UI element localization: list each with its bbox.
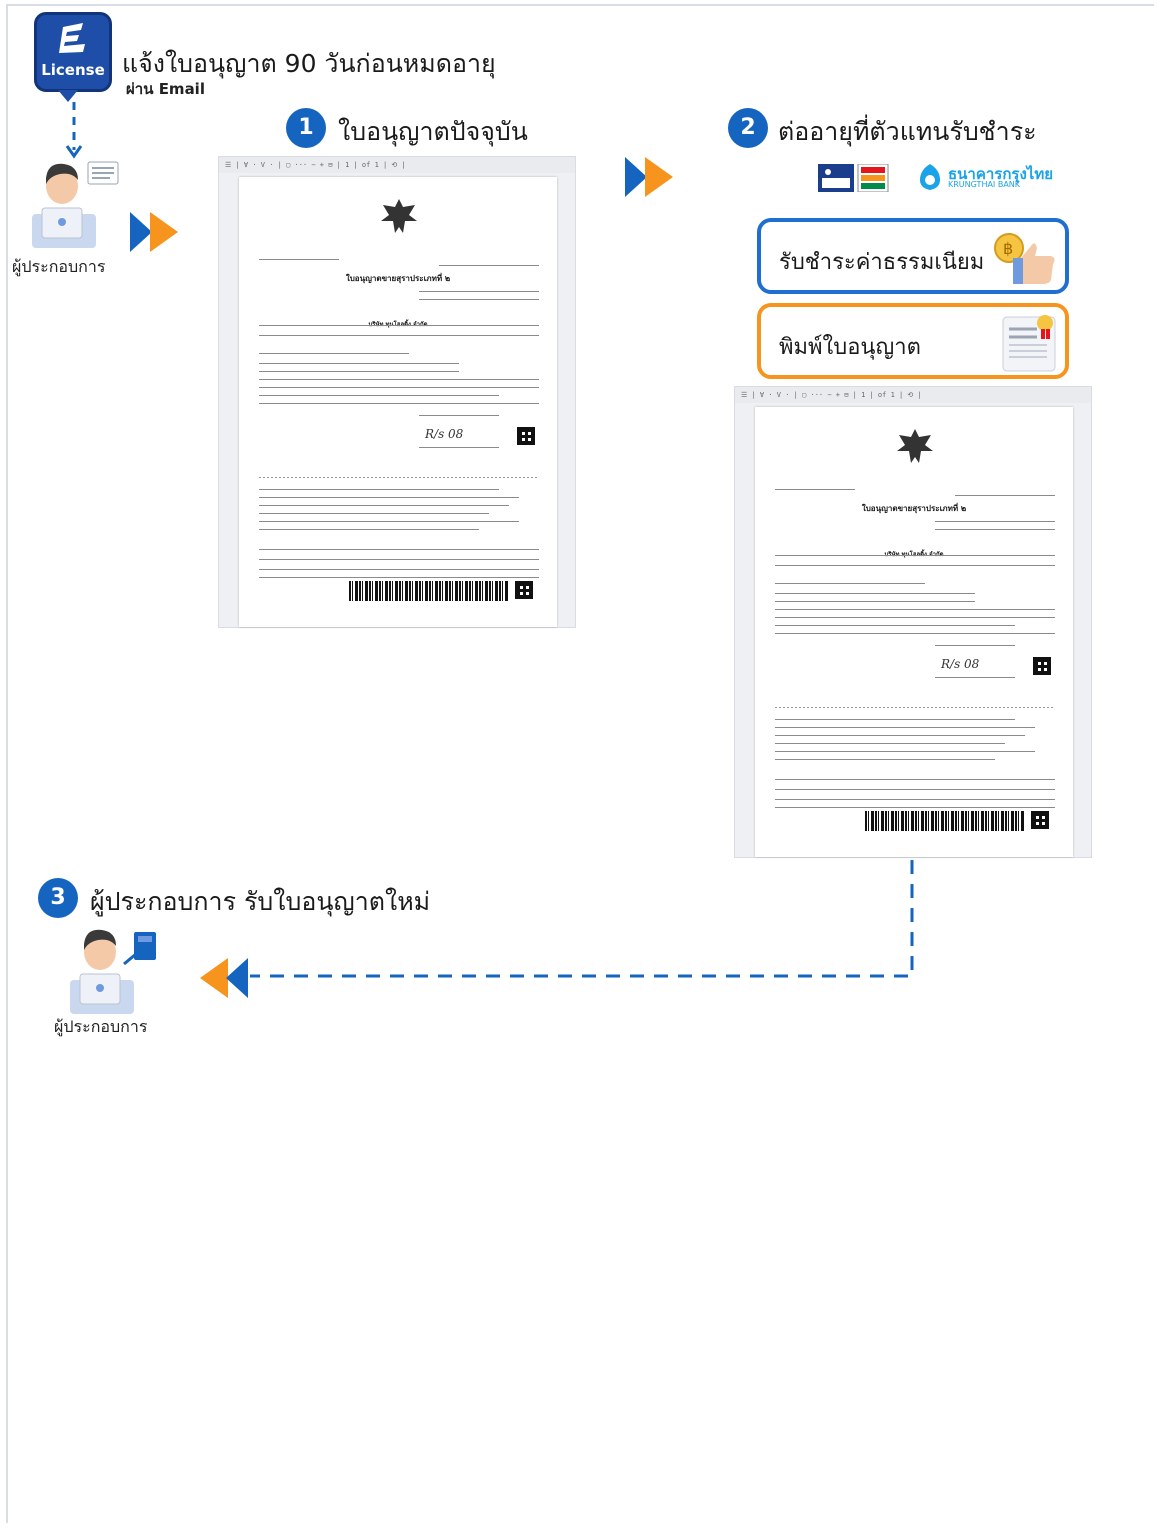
dashed-down-arrow (65, 102, 83, 159)
signature: R/s 08 (425, 427, 464, 441)
double-chevron-left-icon (200, 958, 248, 998)
barcode-2 (865, 811, 1025, 831)
operator-receiving-icon (70, 929, 156, 1014)
signature-2: R/s 08 (941, 657, 980, 671)
coin-thumbs-up-icon: ฿ (994, 233, 1055, 284)
header-subtitle: ผ่าน Email (126, 80, 205, 98)
license-logo-text: License (41, 61, 105, 79)
double-chevron-right-icon-2 (625, 157, 673, 197)
pdf-toolbar-2[interactable]: ☰ | ∀ · V · | ▢ ··· − + ⊟ | 1 | of 1 | ⟲… (735, 387, 1091, 403)
double-chevron-right-icon (130, 212, 178, 252)
license-page: ใบอนุญาตขายสุราประเภทที่ ๒ บริษัท ทุนโฮล… (239, 177, 557, 627)
doc-title: ใบอนุญาตขายสุราประเภทที่ ๒ (345, 274, 451, 283)
document-viewer-new: ☰ | ∀ · V · | ▢ ··· − + ⊟ | 1 | of 1 | ⟲… (734, 386, 1092, 858)
pay-fee-label: รับชำระค่าธรรมเนียม (779, 250, 985, 275)
qr-code-bottom-2 (1031, 811, 1049, 829)
step2-badge: 2 (728, 108, 768, 148)
qr-code (517, 427, 535, 445)
license-page-2: ใบอนุญาตขายสุราประเภทที่ ๒ บริษัท ทุนโฮล… (755, 407, 1073, 857)
qr-code-2 (1033, 657, 1051, 675)
counter-service-7eleven-logo (818, 164, 889, 192)
svg-text:฿: ฿ (1003, 239, 1013, 258)
bank-name-en: KRUNGTHAI BANK (948, 180, 1021, 189)
operator-label-2: ผู้ประกอบการ (54, 1017, 148, 1036)
barcode (349, 581, 509, 601)
print-license-box[interactable]: พิมพ์ใบอนุญาต (757, 303, 1069, 379)
pay-fee-box[interactable]: รับชำระค่าธรรมเนียม ฿ (757, 218, 1069, 294)
step2-title: ต่ออายุที่ตัวแทนรับชำระ (778, 117, 1037, 146)
step1-title: ใบอนุญาตปัจจุบัน (338, 117, 528, 146)
operator-reading-icon (32, 161, 119, 248)
krungthai-bank-icon (920, 164, 940, 190)
certificate-icon (1002, 315, 1056, 372)
doc-company: บริษัท ทุนโฮลดิ้ง จำกัด (239, 319, 557, 329)
print-license-label: พิมพ์ใบอนุญาต (779, 335, 921, 360)
step1-badge: 1 (286, 108, 326, 148)
garuda-emblem-icon-2 (897, 429, 933, 463)
document-viewer-current: ☰ | ∀ · V · | ▢ ··· − + ⊟ | 1 | of 1 | ⟲… (218, 156, 576, 628)
qr-code-bottom (515, 581, 533, 599)
operator-label: ผู้ประกอบการ (12, 257, 106, 276)
doc-title-2: ใบอนุญาตขายสุราประเภทที่ ๒ (861, 504, 967, 513)
garuda-emblem-icon (381, 199, 417, 233)
step3-title: ผู้ประกอบการ รับใบอนุญาตใหม่ (90, 887, 431, 916)
pdf-toolbar[interactable]: ☰ | ∀ · V · | ▢ ··· − + ⊟ | 1 | of 1 | ⟲… (219, 157, 575, 173)
license-e-icon (59, 23, 85, 53)
doc-company-2: บริษัท ทุนโฮลดิ้ง จำกัด (755, 549, 1073, 559)
step3-badge: 3 (38, 878, 78, 918)
license-logo: License (34, 12, 112, 92)
